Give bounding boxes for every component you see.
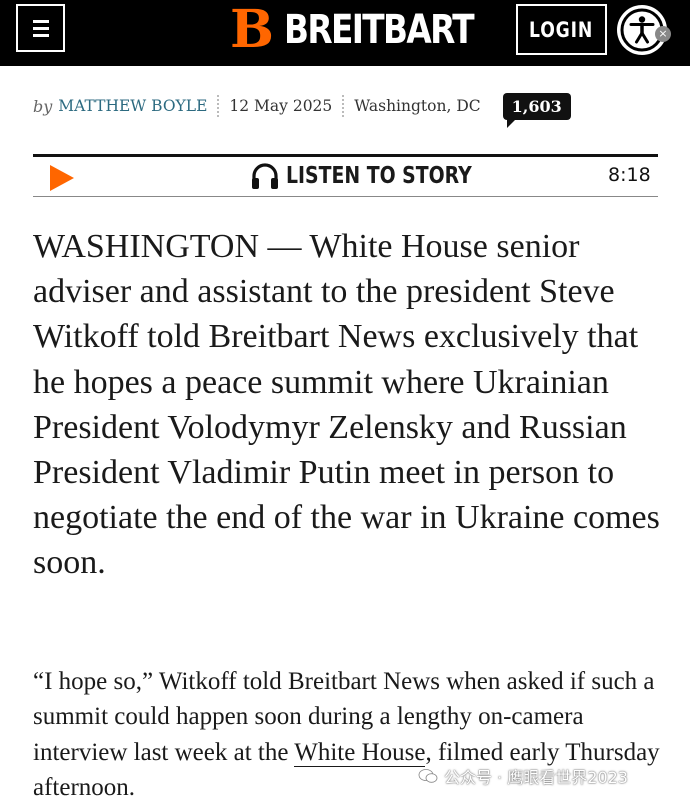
publish-date: 12 May 2025 xyxy=(229,97,333,115)
audio-duration: 8:18 xyxy=(608,164,651,186)
accessibility-close-icon[interactable]: × xyxy=(655,26,671,42)
watermark-text: 公众号 · 鹰眼看世界2023 xyxy=(444,768,628,787)
listen-label: LISTEN TO STORY xyxy=(286,163,472,189)
byline-divider xyxy=(217,95,220,117)
article-lead: WASHINGTON — White House senior adviser … xyxy=(33,228,660,582)
comment-count-badge[interactable]: 1,603 xyxy=(502,92,571,128)
play-icon[interactable] xyxy=(47,163,77,193)
headphones-icon xyxy=(252,163,278,189)
logo-text: BREITBART xyxy=(283,7,475,53)
listen-to-story-button[interactable]: LISTEN TO STORY xyxy=(250,160,513,192)
login-label: LOGIN xyxy=(529,17,594,42)
dateline-location: Washington, DC xyxy=(354,97,481,115)
byline-prefix: by xyxy=(33,96,53,116)
listen-bar-bottom-rule xyxy=(33,196,658,197)
site-header: B BREITBART LOGIN × xyxy=(0,0,690,66)
hamburger-menu-icon xyxy=(32,18,49,39)
white-house-link[interactable]: White House xyxy=(294,738,426,767)
wechat-icon xyxy=(418,769,438,783)
author-link[interactable]: MATTHEW BOYLE xyxy=(58,97,207,115)
byline: by MATTHEW BOYLE 12 May 2025 Washington,… xyxy=(33,90,571,128)
wechat-watermark: 公众号 · 鹰眼看世界2023 xyxy=(418,764,628,788)
menu-button[interactable] xyxy=(16,4,65,52)
byline-divider xyxy=(342,95,345,117)
listen-bar-top-rule xyxy=(33,154,658,157)
login-button[interactable]: LOGIN xyxy=(516,4,607,55)
logo-mark: B xyxy=(230,0,274,60)
breitbart-logo[interactable]: B BREITBART xyxy=(230,0,514,60)
